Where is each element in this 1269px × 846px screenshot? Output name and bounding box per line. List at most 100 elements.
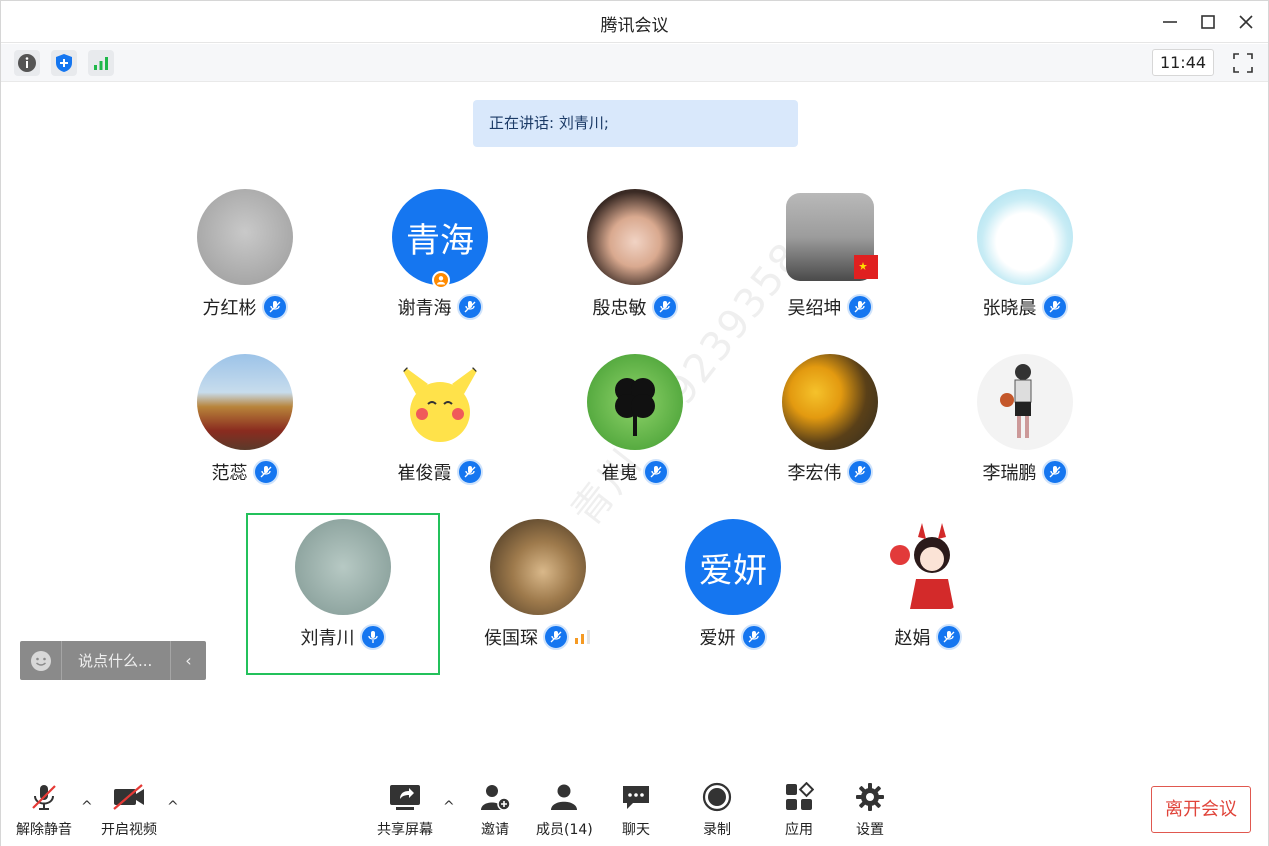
unmute-button[interactable]: 解除静音 [16,781,72,839]
avatar [880,519,976,615]
fullscreen-button[interactable] [1230,50,1256,76]
shield-icon [56,54,72,72]
participant-name: 方红彬 [202,298,257,319]
avatar [587,189,683,285]
chat-button[interactable]: 聊天 [618,781,654,839]
avatar [587,354,683,450]
meeting-info-button[interactable] [14,50,40,76]
minimize-button[interactable] [1157,9,1183,35]
apps-button[interactable]: 应用 [781,781,817,839]
mic-muted-icon[interactable] [261,294,288,320]
participant-name: 殷忠敏 [592,298,647,319]
invite-button[interactable]: 邀请 [477,781,513,839]
participant-tile[interactable]: 张晓晨 [945,189,1105,329]
participant-tile[interactable]: 赵娟 [848,519,1008,659]
participant-name: 张晓晨 [982,298,1037,319]
participant-tile[interactable]: 李瑞鹏 [945,354,1105,494]
maximize-button[interactable] [1195,9,1221,35]
avatar [782,354,878,450]
network-status-button[interactable] [88,50,114,76]
apps-icon [786,782,814,810]
participant-name: 崔嵬 [601,463,638,484]
apps-label: 应用 [785,822,813,838]
chevron-left-icon: ‹ [185,651,192,670]
participant-name: 李宏伟 [787,463,842,484]
share-screen-icon [390,785,420,810]
mic-muted-icon[interactable] [740,624,767,650]
participant-name: 李瑞鹏 [982,463,1037,484]
record-button[interactable]: 录制 [699,781,735,839]
participant-tile[interactable]: 崔嵬 [555,354,715,494]
invite-label: 邀请 [481,822,509,838]
participant-tile[interactable]: 方红彬 [165,189,325,329]
mic-muted-icon[interactable] [543,624,569,650]
mic-muted-icon[interactable] [456,294,483,320]
mic-muted-icon[interactable] [642,459,669,485]
participant-name: 崔俊霞 [397,463,452,484]
start-video-button[interactable]: 开启视频 [101,781,157,839]
chat-quick-input[interactable]: 说点什么... ‹ [20,641,206,680]
close-button[interactable] [1233,9,1259,35]
weak-signal-icon [575,630,590,644]
record-label: 录制 [703,822,731,838]
audio-options-chevron-icon[interactable]: ^ [81,799,93,815]
participant-tile[interactable]: 侯国琛 [458,519,618,659]
participant-tile[interactable]: 吴绍坤 [750,189,910,329]
video-options-chevron-icon[interactable]: ^ [167,799,179,815]
info-bar: 11:44 [1,44,1268,82]
chat-icon [623,786,649,809]
mic-off-icon [32,785,56,810]
fullscreen-icon [1233,53,1253,73]
signal-icon [94,57,108,70]
participant-name: 刘青川 [300,628,355,649]
flag-icon [854,255,878,279]
participant-tile[interactable]: 爱妍 爱妍 [653,519,813,659]
mic-muted-icon[interactable] [935,624,962,650]
share-screen-button[interactable]: 共享屏幕 [377,781,433,839]
avatar [197,354,293,450]
unmute-label: 解除静音 [16,822,72,838]
avatar [977,189,1073,285]
participant-tile[interactable]: 殷忠敏 [555,189,715,329]
meeting-window: 腾讯会议 11:44 正在讲话: 刘青川; 青川 13923935802 方红彬… [0,0,1269,846]
emoji-button[interactable] [20,641,62,680]
mic-muted-icon[interactable] [1041,294,1068,320]
participant-name: 爱妍 [699,628,736,649]
info-icon [18,54,36,72]
share-options-chevron-icon[interactable]: ^ [443,799,455,815]
bottom-toolbar: 解除静音 ^ 开启视频 ^ 共享屏幕 ^ 邀请 成员(14) 聊天 录制 应用 … [1,773,1268,846]
mic-active-icon[interactable] [359,624,386,650]
speaking-banner: 正在讲话: 刘青川; [473,100,798,147]
gear-icon [856,783,884,811]
members-button[interactable]: 成员(14) [536,781,593,839]
share-screen-label: 共享屏幕 [377,822,433,838]
members-label: 成员(14) [536,822,593,838]
participant-tile[interactable]: 青海 谢青海 [360,189,520,329]
participant-tile[interactable]: 崔俊霞 [360,354,520,494]
maximize-icon [1201,15,1215,29]
close-icon [1239,15,1253,29]
participant-tile[interactable]: 范蕊 [165,354,325,494]
participant-name: 侯国琛 [484,628,538,649]
participant-tile[interactable]: 刘青川 [263,519,423,659]
record-icon [702,782,732,812]
mic-muted-icon[interactable] [456,459,483,485]
security-button[interactable] [51,50,77,76]
chat-input-placeholder[interactable]: 说点什么... [62,650,170,671]
emoji-icon [30,650,51,671]
mic-muted-icon[interactable] [846,294,873,320]
avatar [392,354,488,450]
leave-meeting-button[interactable]: 离开会议 [1151,786,1251,833]
settings-button[interactable]: 设置 [852,781,888,839]
avatar [197,189,293,285]
participant-name: 谢青海 [397,298,452,319]
participant-tile[interactable]: 李宏伟 [750,354,910,494]
mic-muted-icon[interactable] [252,459,279,485]
participant-name: 范蕊 [211,463,248,484]
mic-muted-icon[interactable] [1041,459,1068,485]
participant-name: 吴绍坤 [787,298,842,319]
collapse-chat-button[interactable]: ‹ [170,641,206,680]
invite-user-icon [481,785,511,811]
mic-muted-icon[interactable] [846,459,873,485]
mic-muted-icon[interactable] [651,294,678,320]
